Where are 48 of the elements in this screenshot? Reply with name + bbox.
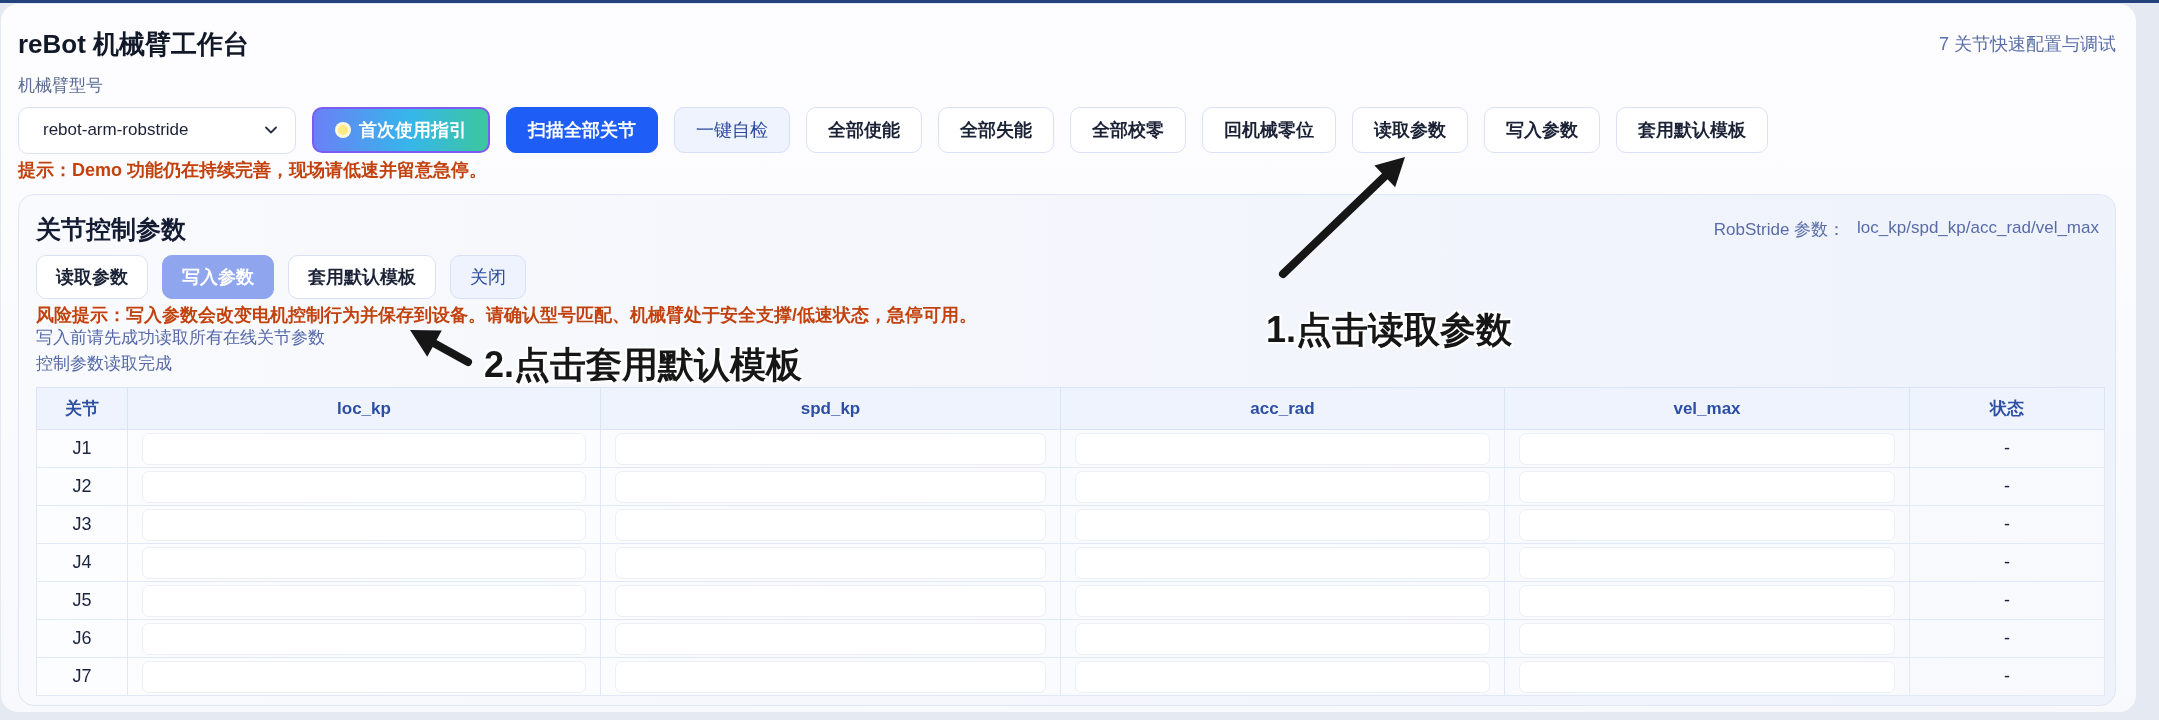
column-header: acc_rad [1060, 387, 1505, 430]
column-header: 状态 [1909, 387, 2105, 430]
column-header: loc_kp [127, 387, 601, 430]
panel-button[interactable]: 套用默认模板 [288, 255, 436, 299]
toolbar-button[interactable]: 回机械零位 [1202, 107, 1336, 153]
annotation-arrow [410, 330, 472, 366]
chevron-down-icon [265, 126, 277, 134]
joint-cell: J5 [36, 581, 128, 620]
panel-title: 关节控制参数 [36, 213, 186, 245]
toolbar-button[interactable]: 套用默认模板 [1616, 107, 1768, 153]
toolbar-button[interactable]: 全部使能 [806, 107, 922, 153]
model-label: 机械臂型号 [18, 75, 103, 97]
joint-cell: J7 [36, 657, 128, 696]
panel-button[interactable]: 关闭 [450, 255, 526, 299]
status-message: 写入前请先成功读取所有在线关节参数 [36, 327, 325, 349]
toolbar-button[interactable]: 扫描全部关节 [506, 107, 658, 153]
status-cell: - [1909, 543, 2105, 582]
panel-button[interactable]: 读取参数 [36, 255, 148, 299]
toolbar-button[interactable]: 全部校零 [1070, 107, 1186, 153]
status-message: 控制参数读取完成 [36, 353, 172, 375]
annotation-label: 1.点击读取参数 [1266, 310, 1513, 350]
app-subtitle: 7 关节快速配置与调试 [1939, 33, 2116, 56]
toolbar-button[interactable]: 读取参数 [1352, 107, 1468, 153]
column-header: vel_max [1504, 387, 1910, 430]
dot-icon [335, 122, 351, 138]
joint-cell: J4 [36, 543, 128, 582]
annotation-label: 2.点击套用默认模板 [484, 345, 803, 385]
app-title: reBot 机械臂工作台 [18, 27, 250, 61]
info-label: RobStride 参数： [1713, 218, 1846, 241]
warning-text: 风险提示：写入参数会改变电机控制行为并保存到设备。请确认型号匹配、机械臂处于安全支撑/低速状态，急停可用。 [36, 305, 977, 325]
toolbar-button[interactable]: 一键自检 [674, 107, 790, 153]
model-select[interactable]: rebot-arm-robstride [18, 106, 296, 154]
status-cell: - [1909, 657, 2105, 696]
status-cell: - [1909, 581, 2105, 620]
status-cell: - [1909, 619, 2105, 658]
toolbar-button[interactable]: 全部失能 [938, 107, 1054, 153]
status-cell: - [1909, 467, 2105, 506]
joint-cell: J1 [36, 429, 128, 468]
joint-cell: J3 [36, 505, 128, 544]
column-header: spd_kp [600, 387, 1061, 430]
joint-cell: J6 [36, 619, 128, 658]
info-value: loc_kp/spd_kp/acc_rad/vel_max [1857, 217, 2099, 239]
column-header: 关节 [36, 387, 128, 430]
notice-text: 提示：Demo 功能仍在持续完善，现场请低速并留意急停。 [18, 159, 487, 181]
status-cell: - [1909, 505, 2105, 544]
joint-cell: J2 [36, 467, 128, 506]
toolbar-button[interactable]: 写入参数 [1484, 107, 1600, 153]
status-cell: - [1909, 429, 2105, 468]
